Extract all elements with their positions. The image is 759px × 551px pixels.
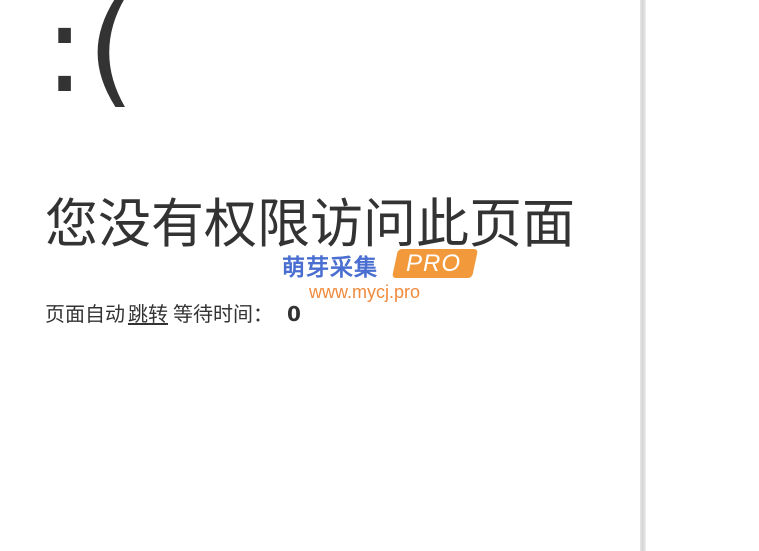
error-content-panel: :( 您没有权限访问此页面 页面自动 跳转 等待时间： 0 萌芽采集 PRO www.…	[0, 0, 640, 551]
redirect-prefix: 页面自动	[45, 302, 125, 326]
watermark-pro-text: PRO	[406, 250, 462, 277]
wait-label: 等待时间：	[173, 302, 273, 326]
watermark: 萌芽采集 PRO www.mycj.pro	[282, 248, 502, 308]
watermark-brand: 萌芽采集	[282, 255, 378, 281]
redirect-message: 页面自动 跳转 等待时间： 0	[45, 302, 301, 326]
page-title: 您没有权限访问此页面	[45, 194, 575, 255]
watermark-url: www.mycj.pro	[309, 282, 421, 302]
sad-face-emoticon: :(	[44, 0, 137, 120]
browser-page: :( 您没有权限访问此页面 页面自动 跳转 等待时间： 0 萌芽采集 PRO www.…	[0, 0, 759, 551]
jump-link[interactable]: 跳转	[128, 302, 168, 326]
right-panel	[646, 0, 759, 551]
